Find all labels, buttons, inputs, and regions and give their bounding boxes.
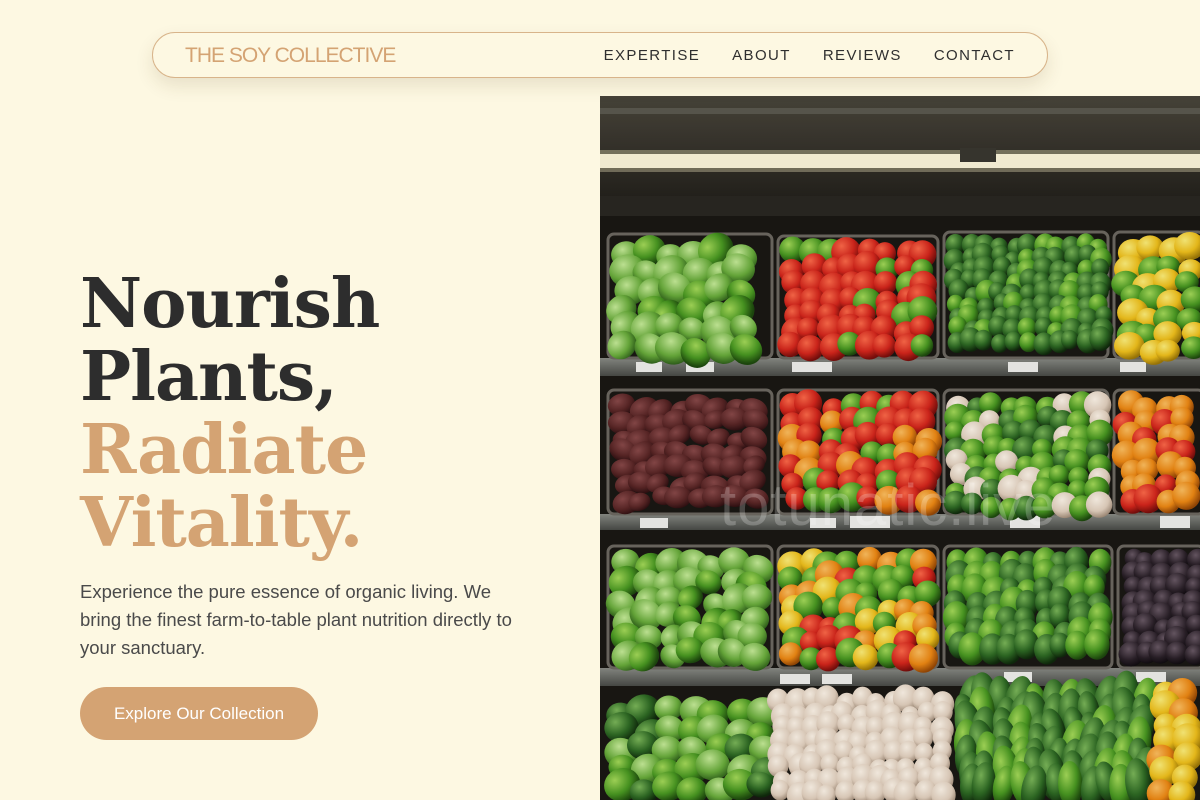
hero-title-line-2: Plants, (80, 337, 338, 417)
hero-title-line-4: Vitality. (80, 483, 363, 563)
produce-shelves-illustration (600, 96, 1200, 800)
nav-links: EXPERTISE ABOUT REVIEWS CONTACT (604, 33, 1015, 77)
image-watermark: totunatic.live (720, 473, 1057, 538)
landing-page: THE SOY COLLECTIVE EXPERTISE ABOUT REVIE… (0, 0, 1200, 800)
hero-title-line-1: Nourish (80, 264, 380, 344)
hero-title-line-3: Radiate (80, 410, 368, 490)
hero-image-produce-shelves: totunatic.live (600, 96, 1200, 800)
explore-collection-button[interactable]: Explore Our Collection (80, 687, 318, 740)
hero-description: Experience the pure essence of organic l… (80, 581, 512, 658)
nav-link-contact[interactable]: CONTACT (934, 47, 1015, 64)
nav-link-reviews[interactable]: REVIEWS (823, 47, 902, 64)
nav-link-expertise[interactable]: EXPERTISE (604, 47, 701, 64)
top-nav: THE SOY COLLECTIVE EXPERTISE ABOUT REVIE… (152, 32, 1048, 78)
hero-title: Nourish Plants, Radiate Vitality. (80, 264, 380, 563)
nav-link-about[interactable]: ABOUT (732, 47, 791, 64)
brand-logo[interactable]: THE SOY COLLECTIVE (185, 44, 396, 68)
